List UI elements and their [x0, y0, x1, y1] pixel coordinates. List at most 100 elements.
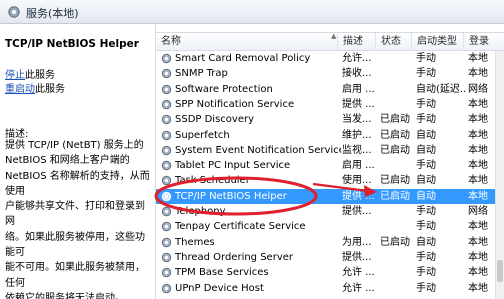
- table-row[interactable]: Smart Card Removal Policy 允许... 手动 本地: [156, 51, 504, 66]
- service-gear-icon: [161, 176, 172, 186]
- service-description-cell: 提供...: [342, 251, 372, 263]
- table-row[interactable]: Task Scheduler 使用... 已启动 自动 本地: [156, 173, 504, 188]
- table-row[interactable]: SNMP Trap 接收... 手动 本地: [156, 66, 504, 81]
- service-description-cell: 维护...: [342, 129, 372, 141]
- service-gear-icon: [161, 283, 172, 293]
- service-description-cell: 提供 ...: [342, 98, 375, 110]
- table-row[interactable]: Superfetch 维护... 已启动 自动 本地: [156, 128, 504, 143]
- service-startup-cell: 自动: [416, 175, 436, 187]
- service-status-cell: 已启动: [380, 114, 410, 126]
- table-row[interactable]: Themes 为用... 已启动 自动 本地: [156, 235, 504, 250]
- service-description-cell: 接收...: [342, 68, 372, 80]
- column-header-name[interactable]: 名称: [156, 33, 338, 51]
- service-description-cell: [342, 219, 376, 234]
- column-header-logon[interactable]: 登录: [464, 33, 504, 51]
- service-gear-icon: [161, 69, 172, 79]
- service-detail-pane: TCP/IP NetBIOS Helper 停止此服务 重启动此服务 描述: 提…: [0, 24, 155, 299]
- column-header-status[interactable]: 状态: [376, 33, 412, 51]
- description-line: 络。如果此服务被停用，这些功能可: [5, 231, 145, 259]
- table-row-selected[interactable]: TCP/IP NetBIOS Helper 提供 ... 已启动 自动 本地: [156, 188, 504, 204]
- restart-link[interactable]: 重启动: [5, 84, 35, 95]
- service-status-cell: [380, 281, 414, 296]
- service-status-cell: [380, 97, 414, 112]
- table-row[interactable]: Telephony 提供... 手动 网络: [156, 204, 504, 219]
- service-status-cell: [380, 204, 414, 219]
- service-status-cell: [380, 219, 414, 234]
- column-header-startup-type[interactable]: 启动类型: [412, 33, 464, 51]
- service-gear-icon: [161, 267, 172, 278]
- service-name-cell: Tablet PC Input Service: [175, 160, 291, 172]
- service-description-cell: 允许 ...: [342, 267, 375, 279]
- table-row[interactable]: Software Protection 启用 ... 自动(延迟... 网络: [156, 82, 504, 97]
- service-startup-cell: 手动: [416, 221, 436, 233]
- service-description-cell: 当发...: [342, 114, 372, 126]
- service-description-cell: 使用...: [342, 175, 372, 187]
- service-startup-cell: 手动: [416, 282, 436, 294]
- restart-suffix: 此服务: [35, 84, 65, 95]
- service-description-cell: 启用 ...: [342, 160, 375, 172]
- service-name-cell: Software Protection: [175, 83, 273, 95]
- description-line: 依赖它的服务将无法启动。: [5, 292, 125, 299]
- service-status-cell: [380, 51, 414, 66]
- description-line: NetBIOS 和网络上客户端的: [5, 155, 130, 167]
- service-status-cell: 已启动: [380, 129, 410, 141]
- service-startup-cell: 自动: [416, 236, 436, 248]
- service-status-cell: [380, 82, 414, 97]
- service-gear-icon: [161, 160, 172, 171]
- service-description-cell: 提供 ...: [342, 190, 375, 202]
- service-name-cell: Telephony: [175, 206, 226, 217]
- service-gear-icon: [161, 114, 172, 125]
- table-row[interactable]: Tenpay Certificate Service 手动 本地: [156, 219, 504, 234]
- service-startup-cell: 自动(延迟...: [416, 83, 466, 95]
- service-gear-icon: [161, 237, 172, 247]
- service-name-cell: Themes: [175, 236, 215, 248]
- service-startup-cell: 手动: [416, 53, 436, 64]
- service-description-cell: 启用 ...: [342, 83, 375, 95]
- restart-service-action: 重启动此服务: [5, 80, 65, 95]
- description-line: 能不可用。如果此服务被禁用，任何: [5, 262, 145, 289]
- service-name-cell: UPnP Device Host: [175, 282, 264, 294]
- description-line: NetBIOS 名称解析的支持，从而使用: [5, 170, 150, 197]
- title-bar: 服务(本地): [0, 0, 504, 24]
- service-gear-icon: [161, 206, 172, 217]
- service-name-cell: System Event Notification Service: [175, 144, 341, 156]
- table-row[interactable]: UPnP Device Host 允许 ... 手动 本地: [156, 281, 504, 296]
- table-row[interactable]: System Event Notification Service 监视... 已启…: [156, 143, 504, 158]
- service-description-cell: 允许 ...: [342, 282, 375, 294]
- stop-service-action: 停止此服务: [5, 66, 55, 81]
- service-status-cell: 已启动: [380, 144, 410, 156]
- service-name-cell: SSDP Discovery: [175, 114, 255, 126]
- service-startup-cell: 手动: [416, 114, 436, 126]
- service-name-cell: Thread Ordering Server: [175, 251, 293, 263]
- table-row[interactable]: TPM Base Services 允许 ... 手动 本地: [156, 265, 504, 280]
- service-startup-cell: 自动: [416, 144, 436, 156]
- service-status-cell: [380, 250, 414, 265]
- service-startup-cell: 自动: [416, 129, 436, 141]
- scrollbar-thumb[interactable]: [497, 260, 503, 282]
- services-list: ▲ 名称 描述 状态 启动类型 登录 Smart Card Removal Po…: [155, 24, 504, 299]
- table-row[interactable]: Thread Ordering Server 提供... 手动 本地: [156, 250, 504, 265]
- service-startup-cell: 手动: [416, 160, 436, 172]
- service-name-cell: Tenpay Certificate Service: [175, 221, 306, 233]
- table-row[interactable]: SPP Notification Service 提供 ... 手动 本地: [156, 97, 504, 112]
- service-gear-icon: [161, 84, 172, 94]
- service-startup-cell: 手动: [416, 267, 436, 279]
- service-status-cell: [380, 66, 414, 81]
- vertical-scrollbar[interactable]: [495, 51, 504, 299]
- service-name-cell: Superfetch: [175, 129, 230, 141]
- table-row[interactable]: Tablet PC Input Service 启用 ... 手动 本地: [156, 158, 504, 173]
- description-text: 提供 TCP/IP (NetBT) 服务上的 NetBIOS 和网络上客户端的 …: [5, 138, 153, 299]
- service-gear-icon: [161, 252, 172, 263]
- service-name-cell: TCP/IP NetBIOS Helper: [175, 190, 287, 202]
- service-description-cell: 为用...: [342, 236, 372, 248]
- column-header-description[interactable]: 描述: [338, 33, 376, 51]
- table-row[interactable]: SSDP Discovery 当发... 已启动 手动 本地: [156, 112, 504, 127]
- service-gear-icon: [161, 145, 172, 155]
- service-description-cell: 提供...: [342, 206, 372, 217]
- service-startup-cell: 手动: [416, 206, 436, 217]
- service-startup-cell: 自动: [416, 190, 436, 202]
- gear-icon: [8, 6, 20, 18]
- service-gear-icon: [161, 222, 172, 232]
- service-title: TCP/IP NetBIOS Helper: [5, 38, 139, 50]
- description-line: 提供 TCP/IP (NetBT) 服务上的: [5, 140, 144, 151]
